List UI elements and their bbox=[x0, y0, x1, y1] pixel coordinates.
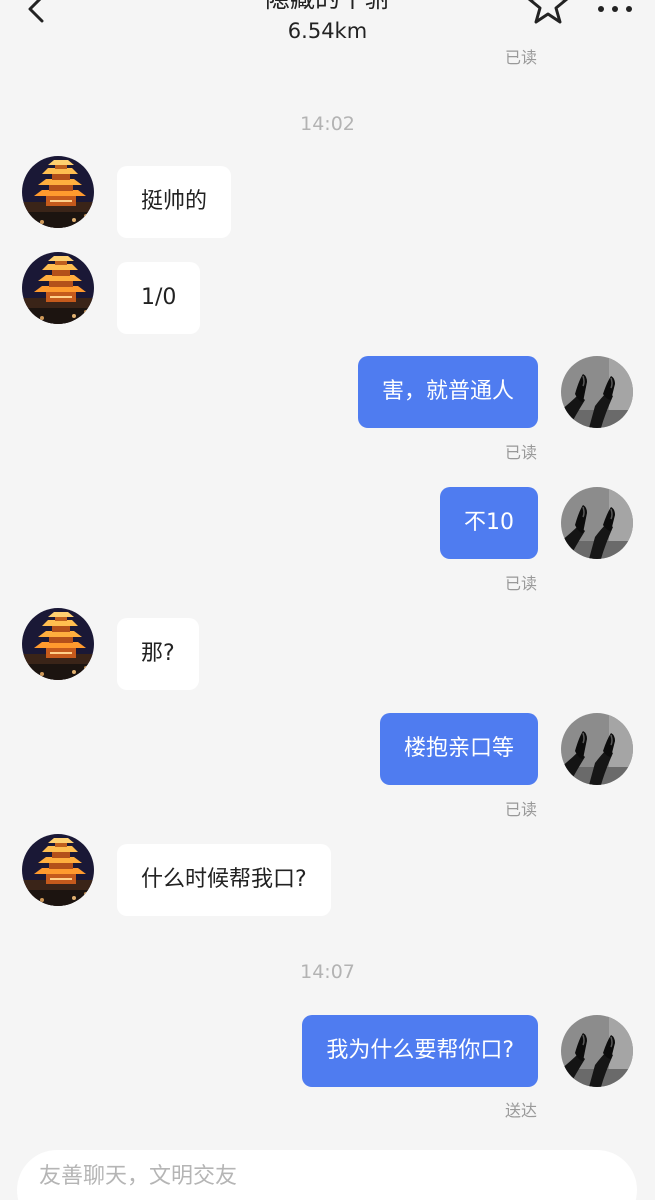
outgoing-message[interactable]: 不10 bbox=[440, 487, 538, 559]
my-avatar[interactable] bbox=[561, 713, 633, 785]
my-avatar[interactable] bbox=[561, 356, 633, 428]
more-button[interactable] bbox=[598, 6, 632, 16]
incoming-message[interactable]: 1/0 bbox=[117, 262, 201, 334]
outgoing-message[interactable]: 楼抱亲口等 bbox=[379, 713, 538, 785]
incoming-message[interactable]: 什么时候帮我口? bbox=[117, 844, 331, 916]
outgoing-message[interactable]: 我为什么要帮你口? bbox=[302, 1015, 538, 1087]
message-input[interactable] bbox=[17, 1150, 637, 1200]
chat-screen: 隐藏的个驸 6.54km 已读 14:02 挺帅的 1/0 害，就普通人 已读 … bbox=[0, 0, 655, 1200]
read-status: 已读 bbox=[504, 800, 537, 819]
favorite-button[interactable] bbox=[526, 0, 570, 28]
incoming-message[interactable]: 挺帅的 bbox=[117, 166, 232, 238]
read-status: 已读 bbox=[504, 48, 537, 67]
my-avatar[interactable] bbox=[561, 1015, 633, 1087]
more-dots-icon bbox=[598, 6, 604, 12]
incoming-message[interactable]: 那? bbox=[117, 618, 199, 690]
chat-header: 隐藏的个驸 6.54km bbox=[0, 0, 655, 48]
message-input-bar bbox=[0, 1132, 655, 1200]
more-dots-icon bbox=[626, 6, 632, 12]
timestamp: 14:07 bbox=[300, 961, 355, 983]
delivery-status: 送达 bbox=[504, 1101, 537, 1120]
read-status: 已读 bbox=[504, 443, 537, 462]
contact-avatar[interactable] bbox=[22, 834, 94, 906]
outgoing-message[interactable]: 害，就普通人 bbox=[357, 356, 538, 428]
contact-avatar[interactable] bbox=[22, 156, 94, 228]
contact-avatar[interactable] bbox=[22, 608, 94, 680]
contact-avatar[interactable] bbox=[22, 252, 94, 324]
star-outline-icon bbox=[527, 0, 569, 24]
my-avatar[interactable] bbox=[561, 487, 633, 559]
more-dots-icon bbox=[612, 6, 618, 12]
timestamp: 14:02 bbox=[300, 113, 355, 135]
read-status: 已读 bbox=[504, 574, 537, 593]
